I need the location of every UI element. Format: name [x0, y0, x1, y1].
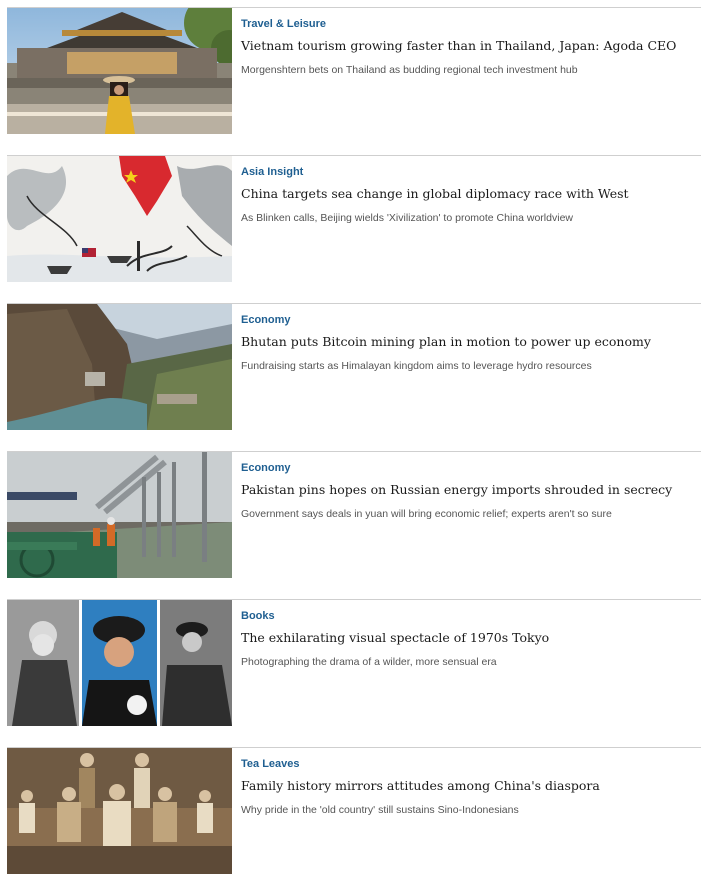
article-headline[interactable]: Family history mirrors attitudes among C… [241, 777, 701, 795]
article-category[interactable]: Asia Insight [241, 165, 701, 179]
article-thumbnail[interactable] [7, 748, 232, 874]
thumbnail-image [7, 452, 232, 578]
article-thumbnail[interactable] [7, 600, 232, 726]
thumbnail-image [7, 748, 232, 874]
article-card: Economy Bhutan puts Bitcoin mining plan … [7, 303, 701, 451]
article-dek: Morgenshtern bets on Thailand as budding… [241, 64, 578, 76]
article-thumbnail[interactable] [7, 8, 232, 134]
thumbnail-image [7, 600, 232, 726]
article-dek: As Blinken calls, Beijing wields 'Xivili… [241, 212, 573, 224]
article-card: Economy Pakistan pins hopes on Russian e… [7, 451, 701, 599]
article-thumbnail[interactable] [7, 304, 232, 430]
article-headline[interactable]: Bhutan puts Bitcoin mining plan in motio… [241, 333, 701, 351]
thumbnail-image [7, 156, 232, 282]
article-headline[interactable]: China targets sea change in global diplo… [241, 185, 701, 203]
article-headline[interactable]: The exhilarating visual spectacle of 197… [241, 629, 701, 647]
article-card: Asia Insight China targets sea change in… [7, 155, 701, 303]
article-dek: Why pride in the 'old country' still sus… [241, 804, 519, 816]
article-dek: Government says deals in yuan will bring… [241, 508, 612, 520]
article-category[interactable]: Books [241, 609, 701, 623]
article-thumbnail[interactable] [7, 156, 232, 282]
article-category[interactable]: Economy [241, 461, 701, 475]
article-category[interactable]: Economy [241, 313, 701, 327]
thumbnail-image [7, 8, 232, 134]
article-category[interactable]: Tea Leaves [241, 757, 701, 771]
thumbnail-image [7, 304, 232, 430]
article-dek: Fundraising starts as Himalayan kingdom … [241, 360, 592, 372]
article-dek: Photographing the drama of a wilder, mor… [241, 656, 497, 668]
article-card: Books The exhilarating visual spectacle … [7, 599, 701, 747]
article-card: Tea Leaves Family history mirrors attitu… [7, 747, 701, 895]
article-card: Travel & Leisure Vietnam tourism growing… [7, 7, 701, 155]
article-headline[interactable]: Vietnam tourism growing faster than in T… [241, 37, 701, 55]
article-feed: Travel & Leisure Vietnam tourism growing… [7, 7, 701, 895]
article-category[interactable]: Travel & Leisure [241, 17, 701, 31]
article-headline[interactable]: Pakistan pins hopes on Russian energy im… [241, 481, 701, 499]
article-thumbnail[interactable] [7, 452, 232, 578]
